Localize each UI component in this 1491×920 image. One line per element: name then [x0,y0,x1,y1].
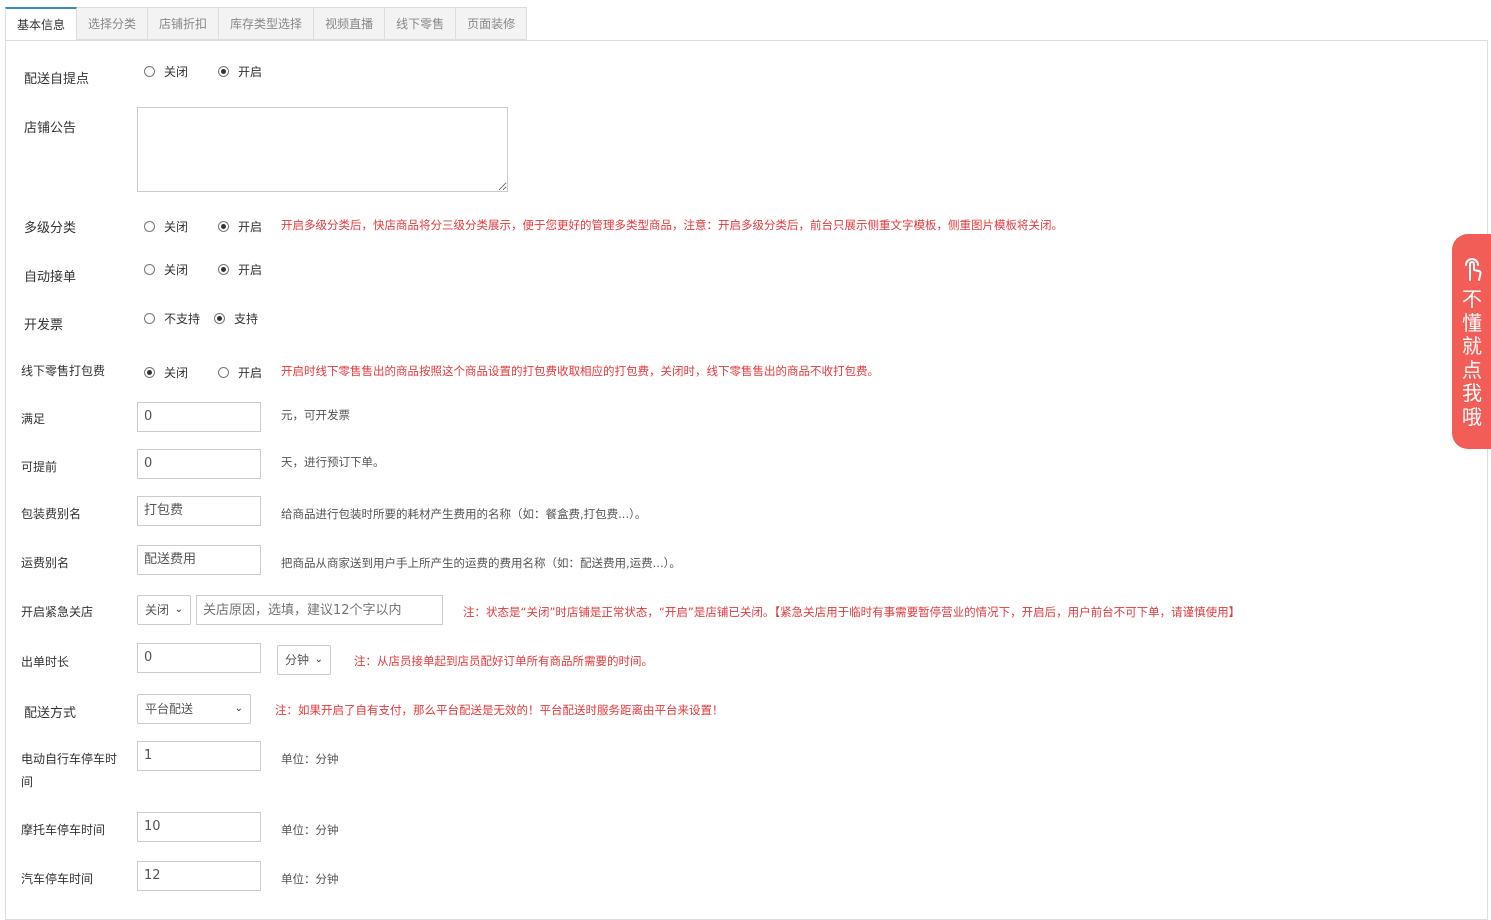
freight-alias-input[interactable]: 配送费用 [137,545,261,575]
advance-days-hint: 天，进行预订下单。 [281,455,385,469]
invoice-label: 开发票 [24,318,64,333]
radio-label: 支持 [234,312,259,326]
multi-category-off-radio[interactable]: 关闭 [144,218,188,235]
self-pickup-label: 配送自提点 [24,72,90,87]
offline-pack-fee-on-radio[interactable]: 开启 [218,364,262,381]
ebike-parking-label: 电动自行车停车时 [21,752,118,766]
notice-label: 店铺公告 [24,121,77,136]
radio-circle-checked [218,66,230,77]
multi-category-on-radio[interactable]: 开启 [218,218,262,235]
radio-label: 关闭 [164,220,189,234]
pack-alias-label: 包装费别名 [21,507,82,521]
prep-time-hint: 注：从店员接单起到店员配好订单所有商品所需要的时间。 [354,654,653,668]
min-amount-hint: 元，可开发票 [281,408,350,422]
self-pickup-off-radio[interactable]: 关闭 [144,63,188,80]
tab-store-discount[interactable]: 店铺折扣 [148,7,220,40]
freight-alias-label: 运费别名 [21,556,70,570]
min-amount-input[interactable]: 0 [137,402,261,432]
auto-accept-label: 自动接单 [24,270,77,285]
multi-category-hint: 开启多级分类后，快店商品将分三级分类展示，便于您更好的管理多类型商品，注意：开启… [281,218,1063,232]
min-amount-label: 满足 [21,412,46,426]
radio-label: 开启 [238,366,263,380]
freight-alias-hint: 把商品从商家送到用户手上所产生的运费的费用名称（如：配送费用,运费...）。 [281,556,681,570]
emergency-close-label: 开启紧急关店 [21,605,94,619]
advance-days-input[interactable]: 0 [137,449,261,479]
offline-pack-fee-hint: 开启时线下零售售出的商品按照这个商品设置的打包费收取相应的打包费，关闭时，线下零… [281,364,879,378]
multi-category-radios: 关闭 开启 [144,218,276,235]
car-parking-hint: 单位：分钟 [281,872,339,886]
auto-accept-on-radio[interactable]: 开启 [218,261,262,278]
radio-circle-checked [144,367,155,378]
tab-select-category[interactable]: 选择分类 [77,7,149,40]
emergency-close-hint: 注：状态是“关闭”时店铺是正常状态，“开启”是店铺已关闭。【紧急关店用于临时有事… [463,605,1241,619]
moto-parking-hint: 单位：分钟 [281,823,339,837]
select-value: 关闭 [145,603,170,617]
select-value: 平台配送 [145,702,194,716]
tab-page-decoration[interactable]: 页面装修 [456,7,528,40]
car-parking-input[interactable]: 12 [137,861,261,891]
radio-circle [144,313,155,324]
multi-category-label: 多级分类 [24,221,77,236]
offline-pack-fee-label: 线下零售打包费 [21,364,106,378]
radio-label: 开启 [238,220,263,234]
invoice-radios: 不支持 支持 [144,310,272,327]
radio-label: 开启 [238,65,263,79]
self-pickup-radios: 关闭 开启 [144,63,276,80]
radio-label: 关闭 [164,366,189,380]
emergency-close-select[interactable]: 关闭 ⌄ [137,595,191,625]
offline-pack-fee-off-radio[interactable]: 关闭 [144,364,188,381]
ebike-parking-input[interactable]: 1 [137,741,261,771]
invoice-supported-radio[interactable]: 支持 [214,310,258,327]
help-float-text: 不懂就点我哦 [1462,287,1482,429]
advance-days-label: 可提前 [21,460,58,474]
delivery-method-select[interactable]: 平台配送 ⌄ [137,694,251,724]
radio-label: 关闭 [164,65,189,79]
radio-circle [144,66,155,77]
radio-label: 不支持 [164,312,201,326]
select-value: 分钟 [285,653,310,667]
chevron-down-icon: ⌄ [314,654,323,665]
delivery-method-label: 配送方式 [24,706,77,721]
moto-parking-input[interactable]: 10 [137,812,261,842]
radio-label: 关闭 [164,263,189,277]
tab-basic-info[interactable]: 基本信息 [5,7,78,41]
invoice-unsupported-radio[interactable]: 不支持 [144,310,200,327]
chevron-down-icon: ⌄ [174,604,183,615]
ebike-parking-hint: 单位：分钟 [281,752,339,766]
delivery-method-hint: 注：如果开启了自有支付，那么平台配送是无效的！平台配送时服务距离由平台来设置！ [275,703,724,717]
prep-time-unit-select[interactable]: 分钟 ⌄ [277,645,331,675]
radio-circle [144,221,155,232]
radio-label: 开启 [238,263,263,277]
self-pickup-on-radio[interactable]: 开启 [218,63,262,80]
prep-time-input[interactable]: 0 [137,643,261,673]
offline-pack-fee-radios: 关闭 开启 [144,364,276,381]
radio-circle [144,264,155,275]
help-float-button[interactable]: 不懂就点我哦 [1452,234,1491,449]
chevron-down-icon: ⌄ [234,703,243,714]
tab-offline-retail[interactable]: 线下零售 [385,7,457,40]
auto-accept-off-radio[interactable]: 关闭 [144,261,188,278]
close-reason-input[interactable] [196,595,443,625]
prep-time-label: 出单时长 [21,655,70,669]
moto-parking-label: 摩托车停车时间 [21,823,106,837]
auto-accept-radios: 关闭 开启 [144,261,276,278]
ebike-parking-label-wrap: 间 [21,775,34,789]
radio-circle-checked [214,313,226,324]
notice-textarea[interactable] [137,107,508,192]
radio-circle-checked [218,221,230,232]
tab-bar: 基本信息 选择分类 店铺折扣 库存类型选择 视频直播 线下零售 页面装修 [5,7,528,41]
hand-pointer-icon [1465,258,1482,281]
pack-alias-input[interactable]: 打包费 [137,496,261,526]
tab-inventory-type[interactable]: 库存类型选择 [219,7,315,40]
radio-circle-checked [218,264,230,275]
car-parking-label: 汽车停车时间 [21,872,94,886]
tab-live-video[interactable]: 视频直播 [314,7,386,40]
pack-alias-hint: 给商品进行包装时所要的耗材产生费用的名称（如：餐盒费,打包费...）。 [281,507,647,521]
radio-circle [218,367,230,378]
